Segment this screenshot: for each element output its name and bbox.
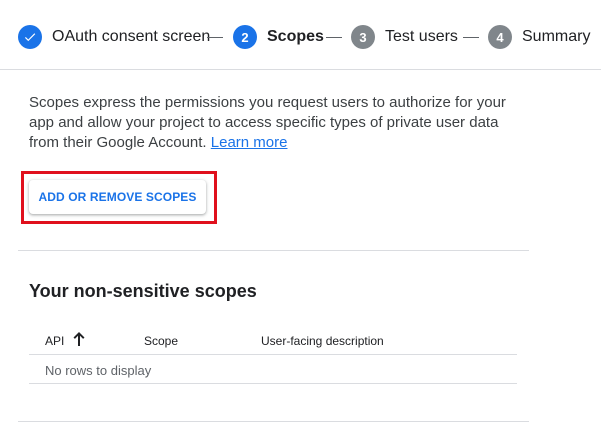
learn-more-link[interactable]: Learn more <box>211 134 288 151</box>
column-header-description[interactable]: User-facing description <box>261 334 384 348</box>
table-header: API Scope User-facing description <box>29 326 517 355</box>
divider <box>18 250 529 251</box>
step-divider <box>326 37 342 38</box>
step-label: Scopes <box>267 28 324 45</box>
arrow-up-icon[interactable] <box>72 331 86 347</box>
step-summary[interactable]: 4 Summary <box>488 25 590 49</box>
step-divider <box>463 37 479 38</box>
empty-message: No rows to display <box>45 363 152 378</box>
check-icon <box>18 25 42 49</box>
step-test-users[interactable]: 3 Test users <box>351 25 458 49</box>
step-number: 2 <box>233 25 257 49</box>
scopes-description: Scopes express the permissions you reque… <box>29 93 519 153</box>
step-label: Test users <box>385 28 458 45</box>
column-header-scope[interactable]: Scope <box>144 334 178 348</box>
section-title: Your non-sensitive scopes <box>29 281 257 301</box>
divider <box>18 421 529 422</box>
step-divider <box>207 37 223 38</box>
step-number: 4 <box>488 25 512 49</box>
add-or-remove-scopes-button[interactable]: ADD OR REMOVE SCOPES <box>29 180 206 214</box>
step-scopes[interactable]: 2 Scopes <box>233 25 324 49</box>
step-oauth-consent-screen[interactable]: OAuth consent screen <box>18 25 210 49</box>
stepper: OAuth consent screen 2 Scopes 3 Test use… <box>0 0 601 70</box>
column-header-api[interactable]: API <box>45 334 64 348</box>
table-empty-row: No rows to display <box>29 355 517 384</box>
step-label: OAuth consent screen <box>52 28 211 45</box>
step-number: 3 <box>351 25 375 49</box>
step-label: Summary <box>522 28 591 45</box>
